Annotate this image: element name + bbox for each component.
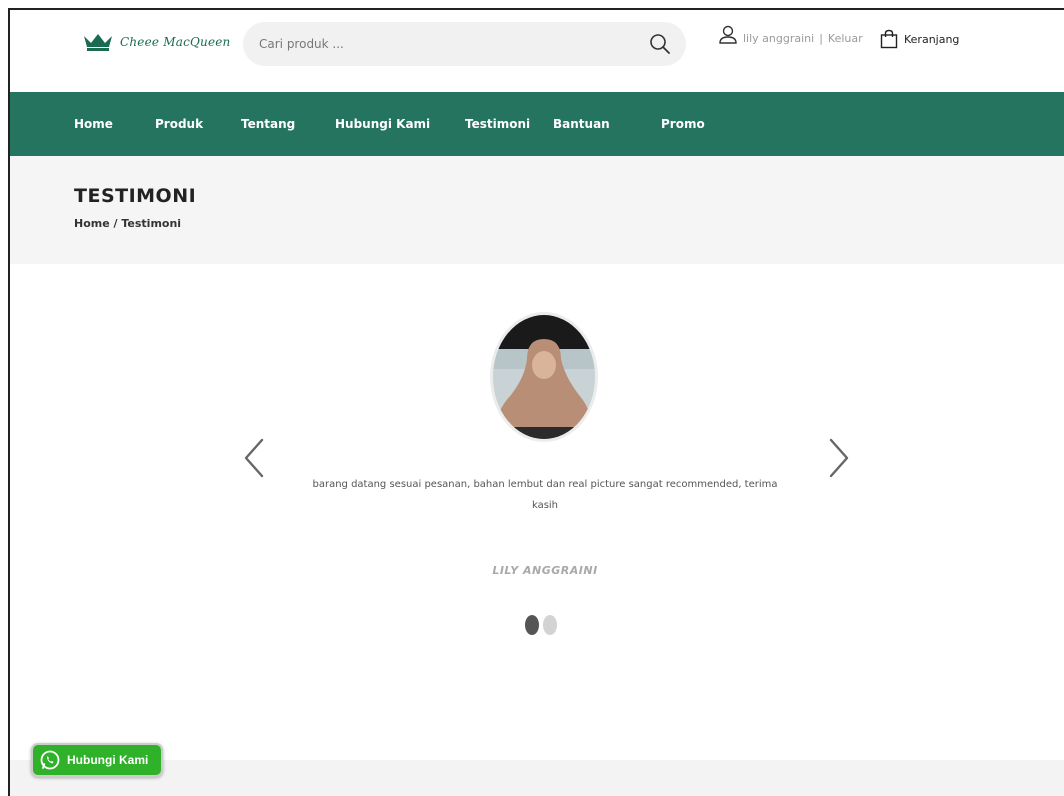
logo[interactable]: Cheee MacQueen	[82, 32, 231, 52]
page-header: TESTIMONI Home / Testimoni	[10, 156, 1064, 264]
nav-item-produk[interactable]: Produk	[155, 117, 203, 131]
site-header: Cheee MacQueen lily anggraini | Keluar K	[10, 10, 1064, 92]
user-separator: |	[819, 32, 823, 45]
cart-link[interactable]: Keranjang	[880, 29, 959, 49]
search-icon[interactable]	[648, 32, 672, 56]
footer-band	[10, 760, 1064, 796]
logout-link[interactable]: Keluar	[828, 32, 863, 45]
avatar-photo	[493, 315, 595, 439]
nav-item-tentang[interactable]: Tentang	[241, 117, 295, 131]
logo-text: Cheee MacQueen	[120, 35, 231, 49]
user-name-link[interactable]: lily anggraini	[743, 32, 814, 45]
breadcrumb[interactable]: Home / Testimoni	[74, 217, 181, 230]
search-bar	[243, 22, 686, 66]
testimonial-author: LILY ANGGRAINI	[492, 564, 598, 577]
user-icon[interactable]	[718, 25, 738, 45]
whatsapp-label: Hubungi Kami	[67, 753, 149, 767]
main-nav: Home Produk Tentang Hubungi Kami Testimo…	[10, 92, 1064, 156]
page-title: TESTIMONI	[74, 185, 197, 207]
nav-item-testimoni[interactable]: Testimoni	[465, 117, 530, 131]
chevron-right-icon[interactable]	[825, 436, 853, 480]
nav-item-bantuan[interactable]: Bantuan	[553, 117, 610, 131]
user-account: lily anggraini | Keluar	[718, 25, 863, 45]
nav-item-hubungi-kami[interactable]: Hubungi Kami	[335, 117, 430, 131]
search-input[interactable]	[259, 22, 639, 66]
cart-label: Keranjang	[904, 32, 960, 46]
avatar	[490, 312, 598, 442]
shopping-bag-icon	[880, 29, 898, 49]
whatsapp-button[interactable]: Hubungi Kami	[31, 743, 163, 777]
crown-icon	[84, 34, 112, 51]
testimonial-carousel: barang datang sesuai pesanan, bahan lemb…	[10, 264, 1064, 760]
nav-item-home[interactable]: Home	[74, 117, 113, 131]
page: Cheee MacQueen lily anggraini | Keluar K	[8, 8, 1064, 796]
carousel-dots	[525, 615, 557, 635]
carousel-dot-1[interactable]	[525, 615, 539, 635]
carousel-dot-2[interactable]	[543, 615, 557, 635]
whatsapp-icon	[40, 750, 60, 770]
chevron-left-icon[interactable]	[240, 436, 268, 480]
testimonial-quote: barang datang sesuai pesanan, bahan lemb…	[312, 479, 778, 511]
nav-item-promo[interactable]: Promo	[661, 117, 705, 131]
